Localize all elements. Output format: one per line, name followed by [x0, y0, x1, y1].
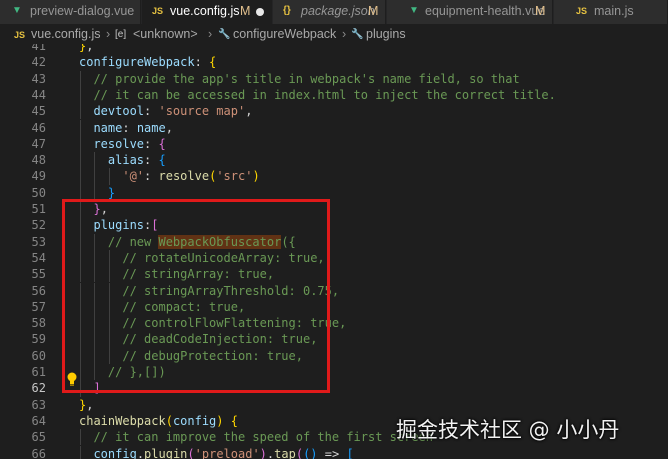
lightbulb-icon[interactable]: [66, 372, 78, 386]
line-number: 43: [31, 71, 46, 86]
code-line[interactable]: // it can improve the speed of the first…: [79, 429, 433, 445]
line-number: 49: [31, 169, 46, 184]
chevron-right-icon: ›: [106, 27, 111, 41]
line-number: 44: [31, 87, 46, 102]
breadcrumb: JS vue.config.js › [e] <unknown> › 🔧 con…: [0, 24, 668, 46]
line-number: 55: [31, 267, 46, 282]
code-line[interactable]: devtool: 'source map',: [79, 103, 252, 119]
line-number: 66: [31, 446, 46, 459]
line-number: 45: [31, 104, 46, 119]
indent-guide: [80, 103, 81, 120]
indent-guide: [108, 168, 110, 185]
code-line[interactable]: configureWebpack: {: [79, 54, 216, 70]
line-number: 58: [31, 316, 46, 331]
line-number: 42: [31, 55, 46, 70]
code-line[interactable]: // it can be accessed in index.html to i…: [79, 87, 555, 103]
line-number: 52: [31, 218, 46, 233]
line-number: 53: [31, 234, 46, 249]
indent-guide: [80, 445, 81, 459]
breadcrumb-file[interactable]: vue.config.js: [31, 27, 100, 41]
code-line[interactable]: '@': resolve('src'): [79, 168, 259, 184]
line-number: 54: [31, 250, 46, 265]
chevron-right-icon: ›: [208, 27, 213, 41]
code-line[interactable]: chainWebpack(config) {: [79, 413, 238, 429]
js-file-icon: JS: [152, 6, 164, 16]
vue-file-icon: ▼: [409, 5, 419, 16]
tab-package-json[interactable]: {} package.json M: [273, 0, 386, 24]
line-number: 56: [31, 283, 46, 298]
editor-tab-bar: ▼ preview-dialog.vue JS vue.config.js M …: [0, 0, 668, 24]
js-file-icon: JS: [14, 30, 26, 40]
indent-guide: [80, 135, 81, 153]
code-line[interactable]: alias: {: [79, 152, 166, 168]
indent-guide: [80, 168, 81, 185]
indent-guide: [94, 152, 96, 169]
line-number: 60: [31, 348, 46, 363]
line-number: 65: [31, 430, 46, 445]
watermark: 掘金技术社区 @ 小小丹: [396, 418, 620, 442]
tab-equipment-health-vue[interactable]: ▼ equipment-health.vue M: [387, 0, 553, 24]
line-number: 51: [31, 202, 46, 216]
breadcrumb-unknown[interactable]: <unknown>: [133, 27, 198, 41]
symbol-property-icon: 🔧: [218, 29, 231, 40]
line-number: 50: [31, 185, 46, 200]
vue-file-icon: ▼: [12, 5, 22, 16]
line-number: 63: [31, 397, 46, 412]
tab-main-js[interactable]: JS main.js: [554, 0, 668, 24]
indent-guide: [80, 86, 81, 104]
line-number: 64: [31, 413, 46, 428]
code-line[interactable]: resolve: {: [79, 136, 165, 152]
tab-vue-config-js[interactable]: JS vue.config.js M: [142, 0, 272, 24]
code-line[interactable]: // provide the app's title in webpack's …: [79, 71, 519, 87]
line-number: 61: [31, 365, 46, 379]
line-number: 46: [31, 120, 46, 135]
code-line[interactable]: name: name,: [79, 120, 173, 136]
indent-guide: [80, 152, 81, 169]
line-number: 62: [31, 381, 46, 396]
line-number: 57: [31, 299, 46, 314]
indent-guide: [80, 119, 81, 136]
indent-guide: [80, 429, 81, 446]
code-line[interactable]: },: [79, 397, 93, 413]
code-line[interactable]: },: [79, 44, 93, 54]
indent-guide: [94, 168, 96, 185]
json-file-icon: {}: [283, 5, 291, 16]
line-number: 59: [31, 332, 46, 347]
tab-preview-dialog-vue[interactable]: ▼ preview-dialog.vue: [0, 0, 141, 24]
js-file-icon: JS: [576, 6, 588, 16]
code-line[interactable]: config.plugin('preload').tap(() => [: [79, 446, 353, 459]
indent-guide: [80, 70, 81, 87]
symbol-object-icon: [e]: [115, 29, 127, 40]
chevron-right-icon: ›: [342, 27, 347, 41]
line-number: 41: [31, 44, 46, 53]
highlight-box: [62, 199, 330, 393]
line-number: 48: [31, 153, 46, 168]
unsaved-dot-icon[interactable]: [256, 8, 264, 16]
symbol-property-icon: 🔧: [351, 29, 364, 40]
line-number: 47: [31, 136, 46, 151]
breadcrumb-configurewebpack[interactable]: configureWebpack: [233, 27, 336, 41]
breadcrumb-plugins[interactable]: plugins: [366, 27, 406, 41]
